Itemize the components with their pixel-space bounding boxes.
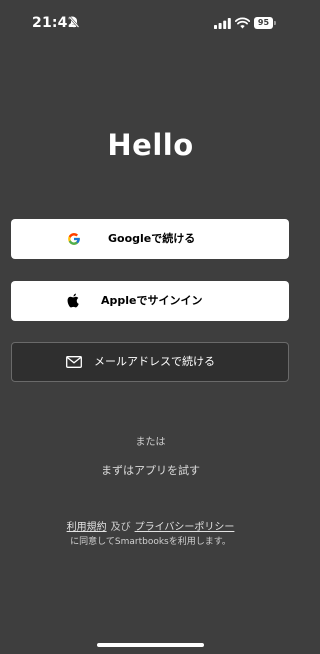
battery-tip xyxy=(274,21,276,25)
status-bar: 21:42 95 xyxy=(0,0,301,46)
google-signin-button[interactable]: Googleで続ける xyxy=(11,219,289,259)
page-title: Hello xyxy=(107,128,194,162)
terms-and-text: 及び xyxy=(110,522,131,533)
apple-icon xyxy=(67,293,79,308)
google-button-label: Googleで続ける xyxy=(108,232,196,245)
try-app-link[interactable]: まずはアプリを試す xyxy=(0,462,301,478)
privacy-policy-link[interactable]: プライバシーポリシー xyxy=(135,522,235,533)
battery-icon: 95 xyxy=(254,17,276,29)
or-divider-text: または xyxy=(135,437,166,448)
email-button-label: メールアドレスで続ける xyxy=(94,355,215,368)
apple-signin-button[interactable]: Appleでサインイン xyxy=(11,281,289,321)
email-signin-button[interactable]: メールアドレスで続ける xyxy=(11,342,289,382)
cellular-signal-icon xyxy=(214,18,231,29)
terms-line: 利用規約 及び プライバシーポリシー xyxy=(0,518,301,533)
battery-level: 95 xyxy=(254,17,273,29)
consent-text: に同意してSmartbooksを利用します。 xyxy=(70,537,231,547)
bell-slash-icon xyxy=(68,16,80,28)
home-indicator[interactable] xyxy=(97,643,204,647)
wifi-icon xyxy=(235,17,250,29)
apple-button-label: Appleでサインイン xyxy=(101,294,203,307)
mail-icon xyxy=(66,356,82,368)
terms-of-use-link[interactable]: 利用規約 xyxy=(67,522,107,533)
google-icon xyxy=(68,233,80,245)
